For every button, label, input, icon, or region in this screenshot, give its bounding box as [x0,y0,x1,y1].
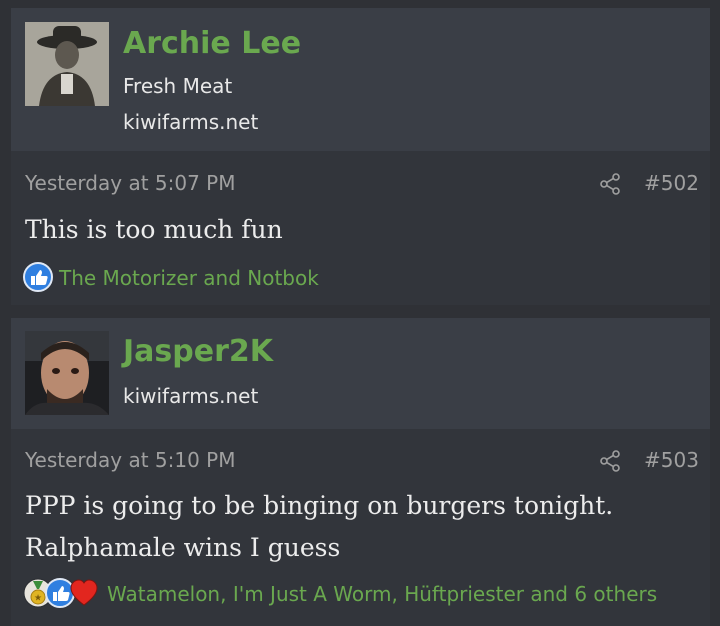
message-line: PPP is going to be binging on burgers to… [25,491,614,520]
post-503: Jasper2K kiwifarms.net Yesterday at 5:10… [11,318,710,626]
post-date[interactable]: Yesterday at 5:07 PM [25,171,236,195]
site-label: kiwifarms.net [123,384,259,408]
post-body: Yesterday at 5:07 PM #502 This is too mu… [11,151,710,305]
svg-text:★: ★ [34,594,42,604]
share-icon[interactable] [598,172,622,196]
share-icon[interactable] [598,449,622,473]
avatar[interactable] [25,331,109,415]
post-header: Archie Lee Fresh Meat kiwifarms.net [11,8,710,151]
like-icon [23,262,53,296]
site-label: kiwifarms.net [123,110,259,134]
reaction-users[interactable]: Watamelon, I'm Just A Worm, Hüftpriester… [107,582,657,606]
post-502: Archie Lee Fresh Meat kiwifarms.net Yest… [11,8,710,305]
post-message: This is too much fun [25,209,685,251]
reaction-users[interactable]: The Motorizer and Notbok [59,266,319,290]
heart-icon [69,578,99,612]
user-title: Fresh Meat [123,74,233,98]
post-message: PPP is going to be binging on burgers to… [25,485,685,569]
post-number[interactable]: #502 [644,171,699,195]
username[interactable]: Archie Lee [123,26,301,61]
message-line: This is too much fun [25,215,283,244]
post-body: Yesterday at 5:10 PM #503 PPP is going t… [11,429,710,626]
post-header: Jasper2K kiwifarms.net [11,318,710,429]
post-number[interactable]: #503 [644,448,699,472]
username[interactable]: Jasper2K [123,334,273,369]
message-line: Ralphamale wins I guess [25,533,341,562]
post-date[interactable]: Yesterday at 5:10 PM [25,448,236,472]
avatar[interactable] [25,22,109,106]
